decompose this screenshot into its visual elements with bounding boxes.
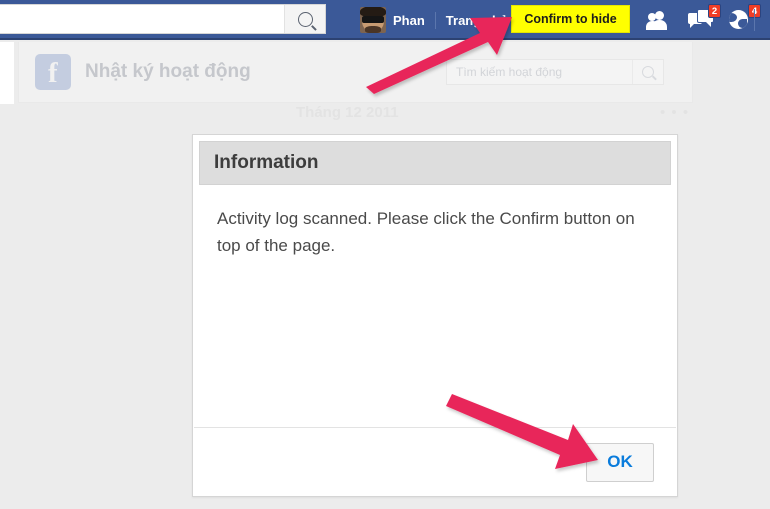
activity-log-panel: f Nhật ký hoạt động	[18, 42, 693, 103]
activity-search-button[interactable]	[632, 60, 663, 84]
messages-badge: 2	[708, 4, 721, 18]
left-white-strip	[0, 42, 14, 104]
profile-name-link[interactable]: Phan	[393, 13, 425, 28]
dialog-header: Information	[199, 141, 671, 185]
timeline-month-label: Tháng 12 2011	[296, 104, 399, 121]
dialog-body: Activity log scanned. Please click the C…	[193, 191, 677, 427]
search-button[interactable]	[284, 5, 325, 33]
page-title: Nhật ký hoạt động	[85, 61, 251, 82]
timeline-options-dots[interactable]: • • •	[660, 104, 689, 121]
header-icon-group: 2 4	[646, 0, 761, 40]
activity-search-input[interactable]	[447, 64, 632, 80]
messages-icon[interactable]: 2	[688, 4, 721, 31]
friends-icon[interactable]	[646, 9, 674, 31]
dialog-message: Activity log scanned. Please click the C…	[217, 209, 635, 255]
nav-right-group: Phan Trang chủ	[360, 0, 508, 40]
search-input[interactable]	[0, 6, 284, 32]
nav-divider	[434, 11, 436, 29]
dialog-title: Information	[214, 152, 319, 173]
ok-button[interactable]: OK	[586, 442, 654, 482]
dialog-footer: OK	[193, 428, 677, 496]
information-dialog: Information Activity log scanned. Please…	[192, 134, 678, 497]
global-search-box[interactable]	[0, 4, 326, 34]
confirm-to-hide-button[interactable]: Confirm to hide	[511, 5, 630, 33]
search-icon	[642, 66, 654, 78]
notifications-globe-icon[interactable]: 4	[728, 4, 761, 31]
facebook-top-navigation-bar: Phan Trang chủ Confirm to hide 2 4	[0, 0, 770, 40]
facebook-logo-glyph: f	[48, 57, 58, 89]
facebook-logo-icon: f	[35, 54, 71, 90]
header-end-divider	[754, 9, 755, 31]
avatar[interactable]	[360, 7, 386, 33]
home-link[interactable]: Trang chủ	[446, 13, 508, 28]
activity-search-box[interactable]	[446, 59, 664, 85]
search-icon	[297, 11, 313, 27]
